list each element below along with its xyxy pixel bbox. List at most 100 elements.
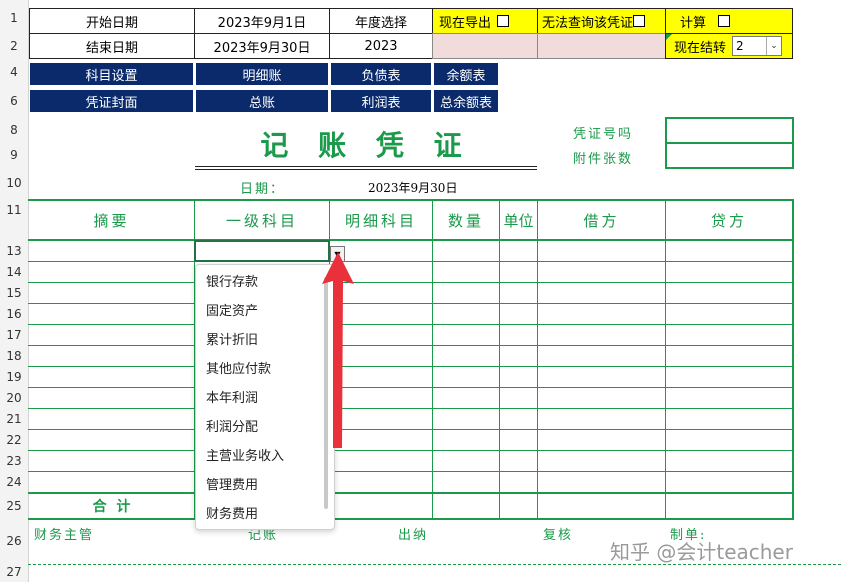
general-ledger-button[interactable]: 总账 bbox=[195, 89, 329, 113]
grid-line bbox=[665, 199, 666, 519]
subject-dropdown-list[interactable]: 银行存款 固定资产 累计折旧 其他应付款 本年利润 利润分配 主营业务收入 管理… bbox=[195, 264, 335, 530]
voucher-cover-button[interactable]: 凭证封面 bbox=[29, 89, 194, 113]
grid-line bbox=[28, 239, 794, 241]
grid-line bbox=[28, 518, 794, 520]
row-number[interactable]: 21 bbox=[0, 413, 28, 425]
row-number[interactable]: 4 bbox=[0, 66, 28, 78]
carry-forward-select[interactable]: 2 ⌄ bbox=[732, 36, 783, 56]
no-query-label: 无法查询该凭证 bbox=[542, 15, 634, 31]
year-select-label: 年度选择 bbox=[329, 8, 433, 34]
row-number[interactable]: 19 bbox=[0, 371, 28, 383]
row-number[interactable]: 14 bbox=[0, 266, 28, 278]
grid-line bbox=[28, 345, 794, 346]
row-number[interactable]: 24 bbox=[0, 476, 28, 488]
grid-line bbox=[28, 324, 794, 325]
grid-line bbox=[28, 471, 794, 472]
dropdown-option[interactable]: 主营业务收入 bbox=[206, 446, 284, 468]
calc-cell[interactable]: 计算 bbox=[665, 8, 793, 34]
dropdown-option[interactable]: 银行存款 bbox=[206, 272, 258, 294]
grid-line bbox=[28, 408, 794, 409]
row-number[interactable]: 13 bbox=[0, 245, 28, 257]
grid-line bbox=[28, 366, 794, 367]
balance-table-button[interactable]: 余额表 bbox=[433, 62, 499, 86]
col-header-credit: 贷方 bbox=[710, 211, 747, 230]
dropdown-option[interactable]: 累计折旧 bbox=[206, 330, 258, 352]
start-date-value[interactable]: 2023年9月1日 bbox=[194, 8, 330, 34]
row-number[interactable]: 22 bbox=[0, 434, 28, 446]
grid-line bbox=[792, 199, 794, 519]
comment-indicator-icon bbox=[666, 34, 672, 40]
subject-settings-button[interactable]: 科目设置 bbox=[29, 62, 194, 86]
carry-forward-value: 2 bbox=[736, 39, 744, 53]
end-date-label: 结束日期 bbox=[29, 33, 195, 59]
grid-line bbox=[28, 429, 794, 430]
export-now-checkbox[interactable] bbox=[497, 15, 510, 27]
income-statement-button[interactable]: 利润表 bbox=[330, 89, 432, 113]
row-number[interactable]: 15 bbox=[0, 287, 28, 299]
row-number[interactable]: 18 bbox=[0, 350, 28, 362]
carry-forward-cell[interactable]: 现在结转 2 ⌄ bbox=[665, 33, 793, 59]
col-header-detail-subject: 明细科目 bbox=[344, 211, 417, 230]
date-label: 日期： bbox=[240, 182, 286, 197]
calc-checkbox[interactable] bbox=[718, 15, 731, 27]
total-label: 合 计 bbox=[92, 499, 131, 515]
footer-review: 复核 bbox=[543, 528, 574, 543]
no-query-cell[interactable]: 无法查询该凭证 bbox=[537, 8, 666, 34]
blank-pink-cell[interactable] bbox=[432, 33, 538, 59]
row-number[interactable]: 10 bbox=[0, 177, 28, 189]
footer-cashier: 出纳 bbox=[398, 528, 429, 543]
row-number[interactable]: 11 bbox=[0, 204, 28, 216]
voucher-title: 记 账 凭 证 bbox=[260, 129, 472, 162]
dropdown-option[interactable]: 其他应付款 bbox=[206, 359, 271, 381]
row-number[interactable]: 20 bbox=[0, 392, 28, 404]
col-header-first-subject: 一级科目 bbox=[225, 211, 298, 230]
watermark-text: 知乎 @会计teacher bbox=[610, 540, 793, 564]
grid-line bbox=[537, 199, 538, 519]
date-value: 2023年9月30日 bbox=[368, 181, 458, 195]
red-arrow-icon bbox=[322, 252, 354, 448]
row-number[interactable]: 1 bbox=[0, 12, 28, 24]
dropdown-option[interactable]: 利润分配 bbox=[206, 417, 258, 439]
row-number[interactable]: 8 bbox=[0, 124, 28, 136]
no-query-checkbox[interactable] bbox=[633, 15, 646, 27]
title-underline bbox=[195, 166, 537, 167]
row-number[interactable]: 17 bbox=[0, 329, 28, 341]
dropdown-option[interactable]: 管理费用 bbox=[206, 475, 258, 497]
col-header-quantity: 数量 bbox=[447, 211, 484, 230]
box-divider bbox=[665, 142, 794, 144]
col-header-summary: 摘要 bbox=[93, 211, 130, 230]
blank-pink-cell[interactable] bbox=[537, 33, 666, 59]
total-balance-button[interactable]: 总余额表 bbox=[433, 89, 499, 113]
row-number[interactable]: 9 bbox=[0, 149, 28, 161]
grid-line bbox=[28, 387, 794, 388]
row-number[interactable]: 2 bbox=[0, 40, 28, 52]
dropdown-option[interactable]: 财务费用 bbox=[206, 504, 258, 526]
calc-label: 计算 bbox=[680, 15, 707, 31]
attachments-label: 附件张数 bbox=[573, 152, 634, 167]
row-number[interactable]: 25 bbox=[0, 500, 28, 512]
row-number[interactable]: 6 bbox=[0, 95, 28, 107]
chevron-down-icon[interactable]: ⌄ bbox=[766, 37, 781, 55]
year-value[interactable]: 2023 bbox=[329, 33, 433, 59]
row-number[interactable]: 26 bbox=[0, 535, 28, 547]
grid-line bbox=[499, 199, 500, 519]
title-underline bbox=[195, 169, 537, 170]
row-number[interactable]: 23 bbox=[0, 455, 28, 467]
grid-line bbox=[28, 261, 794, 262]
grid-line bbox=[28, 282, 794, 283]
selected-cell[interactable] bbox=[194, 240, 330, 262]
grid-line bbox=[28, 450, 794, 451]
balance-sheet-button[interactable]: 负债表 bbox=[330, 62, 432, 86]
grid-line bbox=[28, 303, 794, 304]
export-now-cell[interactable]: 现在导出 bbox=[432, 8, 538, 34]
dropdown-option[interactable]: 本年利润 bbox=[206, 388, 258, 410]
col-header-unit: 单位 bbox=[503, 211, 534, 230]
dropdown-option[interactable]: 固定资产 bbox=[206, 301, 258, 323]
row-number[interactable]: 27 bbox=[0, 566, 28, 578]
footer-finance-supervisor: 财务主管 bbox=[34, 528, 95, 543]
grid-line bbox=[432, 199, 433, 519]
detail-ledger-button[interactable]: 明细账 bbox=[195, 62, 329, 86]
end-date-value[interactable]: 2023年9月30日 bbox=[194, 33, 330, 59]
export-now-label: 现在导出 bbox=[439, 15, 492, 31]
row-number[interactable]: 16 bbox=[0, 308, 28, 320]
